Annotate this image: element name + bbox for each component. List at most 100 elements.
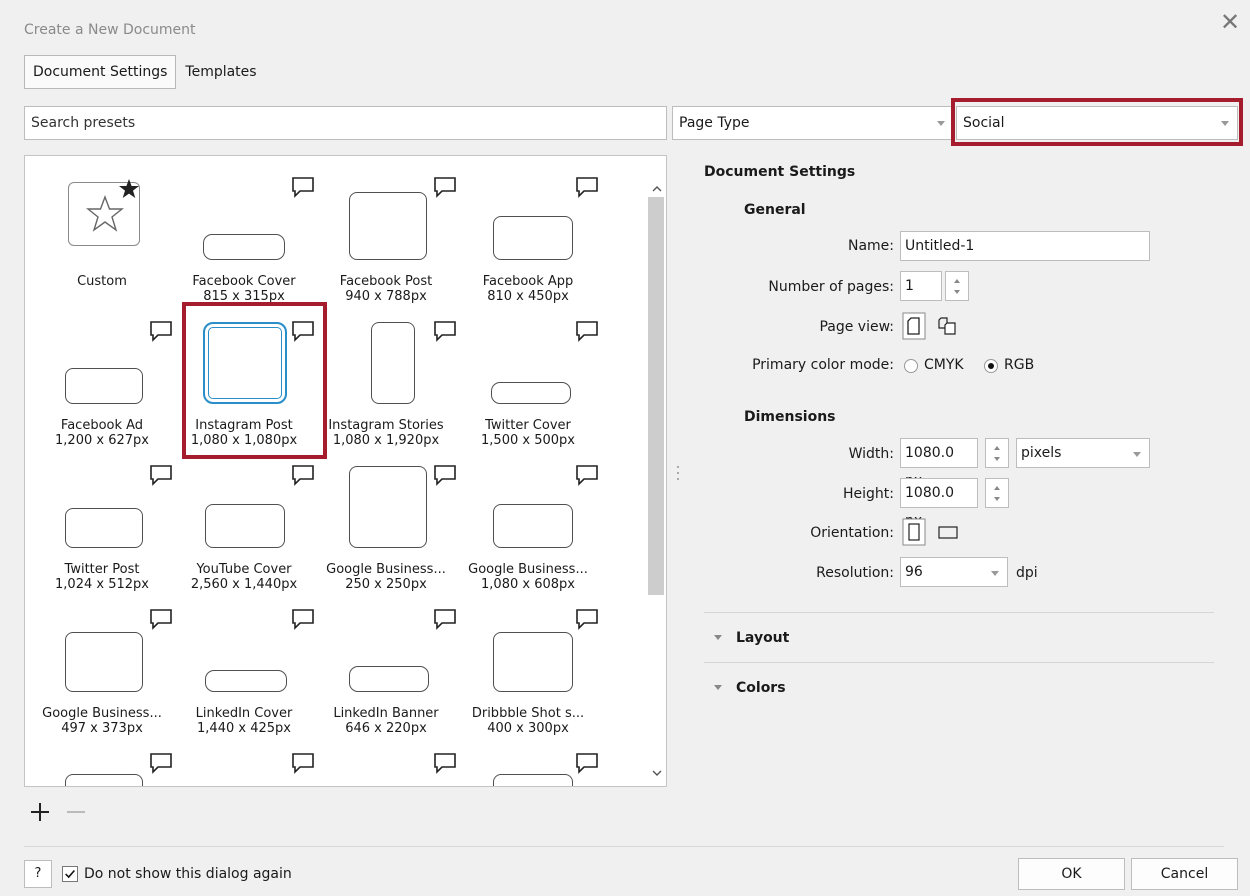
preset-twitter-cover[interactable]: Twitter Cover 1,500 x 500px <box>457 308 599 458</box>
preset-partial[interactable] <box>31 740 173 786</box>
general-heading: General <box>744 202 806 218</box>
pages-field[interactable]: 1 <box>900 271 942 301</box>
preset-partial[interactable] <box>173 740 315 786</box>
preset-custom[interactable]: Custom <box>31 164 173 314</box>
page-type-dropdown[interactable]: Page Type <box>672 106 954 140</box>
portrait-orientation-icon[interactable] <box>902 518 926 546</box>
width-field[interactable]: 1080.0 px <box>900 438 978 489</box>
comment-bubble-icon[interactable] <box>575 752 599 774</box>
ok-button[interactable]: OK <box>1018 858 1125 890</box>
preset-partial[interactable] <box>457 740 599 786</box>
help-button[interactable]: ? <box>24 860 52 888</box>
preset-facebook-ad[interactable]: Facebook Ad 1,200 x 627px <box>31 308 173 458</box>
comment-bubble-icon[interactable] <box>291 320 315 342</box>
tab-document-settings[interactable]: Document Settings <box>24 55 177 89</box>
preset-size: 250 x 250px <box>345 577 427 592</box>
preset-linkedin-cover[interactable]: LinkedIn Cover 1,440 x 425px <box>173 596 315 746</box>
preset-facebook-cover[interactable]: Facebook Cover 815 x 315px <box>173 164 315 314</box>
comment-bubble-icon[interactable] <box>575 320 599 342</box>
preset-size: 1,024 x 512px <box>55 577 149 592</box>
name-field[interactable]: Untitled-1 <box>900 231 1150 261</box>
preset-size: 1,200 x 627px <box>55 433 149 448</box>
preset-name: LinkedIn Cover <box>195 706 293 721</box>
comment-bubble-icon[interactable] <box>575 608 599 630</box>
comment-bubble-icon[interactable] <box>149 608 173 630</box>
search-input[interactable] <box>24 106 667 140</box>
preset-google-business-1080[interactable]: Google Business... 1,080 x 608px <box>457 452 599 602</box>
resolution-field[interactable]: 96 <box>900 557 1008 587</box>
comment-bubble-icon[interactable] <box>433 464 457 486</box>
width-stepper[interactable] <box>985 438 1009 468</box>
scroll-down-icon[interactable] <box>650 766 664 780</box>
tab-templates[interactable]: Templates <box>176 55 265 89</box>
page-thumbnail <box>349 466 427 548</box>
scrollbar-thumb[interactable] <box>648 197 664 595</box>
page-thumbnail <box>349 192 427 260</box>
comment-bubble-icon[interactable] <box>433 176 457 198</box>
chevron-down-icon <box>714 635 722 640</box>
multi-page-view-icon[interactable] <box>936 312 960 340</box>
name-label: Name: <box>847 238 894 254</box>
landscape-orientation-icon[interactable] <box>936 518 960 546</box>
single-page-view-icon[interactable] <box>902 312 926 340</box>
cmyk-radio[interactable] <box>904 359 918 373</box>
remove-preset-icon[interactable] <box>64 806 88 818</box>
preset-google-business-497[interactable]: Google Business... 497 x 373px <box>31 596 173 746</box>
preset-name: Instagram Stories <box>328 418 444 433</box>
preset-youtube-cover[interactable]: YouTube Cover 2,560 x 1,440px <box>173 452 315 602</box>
close-icon[interactable]: ✕ <box>1220 10 1240 34</box>
colors-section-toggle[interactable]: Colors <box>714 680 786 696</box>
height-stepper[interactable] <box>985 478 1009 508</box>
comment-bubble-icon[interactable] <box>149 752 173 774</box>
preset-instagram-stories[interactable]: Instagram Stories 1,080 x 1,920px <box>315 308 457 458</box>
preset-grid: Custom Facebook Cover 815 x 315px Facebo… <box>24 155 667 787</box>
pages-stepper[interactable] <box>945 271 969 301</box>
height-label: Height: <box>843 486 894 502</box>
page-thumbnail <box>491 382 571 404</box>
comment-bubble-icon[interactable] <box>433 608 457 630</box>
preset-partial[interactable] <box>315 740 457 786</box>
preset-name: Google Business... <box>42 706 162 721</box>
layout-section-toggle[interactable]: Layout <box>714 630 789 646</box>
category-dropdown[interactable]: Social <box>956 106 1238 140</box>
tab-bar: Document Settings Templates <box>24 55 266 89</box>
favorite-star-icon[interactable] <box>118 178 140 200</box>
preset-twitter-post[interactable]: Twitter Post 1,024 x 512px <box>31 452 173 602</box>
resolution-unit: dpi <box>1016 565 1038 581</box>
preset-name: Instagram Post <box>195 418 293 433</box>
pages-label: Number of pages: <box>768 279 894 295</box>
preset-linkedin-banner[interactable]: LinkedIn Banner 646 x 220px <box>315 596 457 746</box>
do-not-show-checkbox[interactable] <box>62 866 78 882</box>
height-field[interactable]: 1080.0 px <box>900 478 978 529</box>
unit-dropdown[interactable]: pixels <box>1016 438 1150 468</box>
preset-google-business-250[interactable]: Google Business... 250 x 250px <box>315 452 457 602</box>
preset-size: 646 x 220px <box>345 721 427 736</box>
comment-bubble-icon[interactable] <box>575 176 599 198</box>
comment-bubble-icon[interactable] <box>149 320 173 342</box>
preset-instagram-post[interactable]: Instagram Post 1,080 x 1,080px <box>173 308 315 458</box>
orientation-label: Orientation: <box>810 525 894 541</box>
cancel-button[interactable]: Cancel <box>1131 858 1238 890</box>
comment-bubble-icon[interactable] <box>291 752 315 774</box>
page-thumbnail <box>371 322 415 404</box>
comment-bubble-icon[interactable] <box>291 464 315 486</box>
preset-name: Twitter Post <box>64 562 140 577</box>
comment-bubble-icon[interactable] <box>149 464 173 486</box>
chevron-down-icon <box>991 571 999 576</box>
preset-facebook-post[interactable]: Facebook Post 940 x 788px <box>315 164 457 314</box>
preset-size: 2,560 x 1,440px <box>190 577 298 592</box>
comment-bubble-icon[interactable] <box>575 464 599 486</box>
preset-size: 810 x 450px <box>487 289 569 304</box>
page-thumbnail <box>493 774 573 786</box>
comment-bubble-icon[interactable] <box>433 320 457 342</box>
comment-bubble-icon[interactable] <box>291 176 315 198</box>
page-thumbnail <box>493 632 573 692</box>
preset-facebook-app[interactable]: Facebook App 810 x 450px <box>457 164 599 314</box>
rgb-radio[interactable] <box>984 359 998 373</box>
preset-size: 1,500 x 500px <box>481 433 575 448</box>
comment-bubble-icon[interactable] <box>433 752 457 774</box>
preset-dribbble-shot[interactable]: Dribbble Shot s... 400 x 300px <box>457 596 599 746</box>
comment-bubble-icon[interactable] <box>291 608 315 630</box>
scroll-up-icon[interactable] <box>650 182 664 196</box>
add-preset-icon[interactable] <box>28 800 52 824</box>
